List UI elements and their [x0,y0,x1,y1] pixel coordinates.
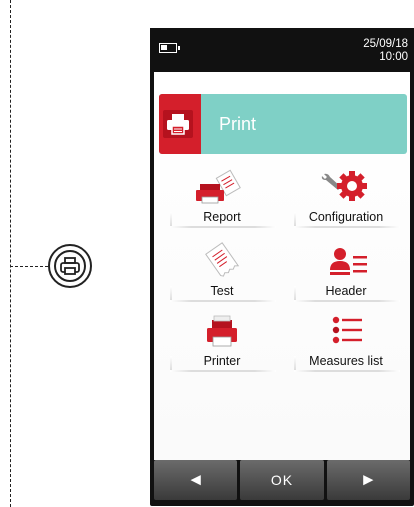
tile-printer[interactable]: Printer [162,312,282,376]
tile-measures-list[interactable]: Measures list [286,312,406,376]
callout-dashed-line [10,0,11,507]
status-time: 10:00 [379,51,408,63]
measures-list-icon [332,316,362,344]
title-icon-box [159,94,201,154]
printer-key-icon [60,257,80,275]
tile-label: Printer [203,354,241,368]
tile-label: Header [325,284,367,298]
print-title-icon [167,114,189,135]
title-bar: Print [159,94,407,154]
tile-report[interactable]: Report [162,168,282,232]
bottom-nav: ◄ OK ► [154,460,410,500]
gear-wrench-icon [321,171,367,201]
tile-label: Report [203,210,241,224]
nav-left-button[interactable]: ◄ [154,460,238,500]
status-datetime: 25/09/18 10:00 [363,38,408,64]
device-body: 25/09/18 10:00 Print Report Configuratio… [150,28,414,506]
page-title: Print [219,114,257,134]
status-bar: 25/09/18 10:00 [150,28,414,72]
tile-test[interactable]: Test [162,242,282,306]
nav-right-button[interactable]: ► [326,460,410,500]
screen: Print Report Configuration Test Header P… [154,72,410,460]
tile-label: Test [210,284,234,298]
tile-header[interactable]: Header [286,242,406,306]
tile-label: Measures list [309,354,383,368]
printer-icon [207,315,237,347]
tile-configuration[interactable]: Configuration [286,168,406,232]
battery-icon [159,43,180,53]
header-person-icon [330,248,367,275]
callout-dashed-connector [10,266,48,267]
print-key-button[interactable] [48,244,92,288]
test-receipt-icon [205,242,240,277]
print-key-ring [54,250,86,282]
report-printer-icon [196,169,241,204]
status-date: 25/09/18 [363,38,408,50]
ok-button[interactable]: OK [240,460,324,500]
tile-label: Configuration [308,210,384,224]
